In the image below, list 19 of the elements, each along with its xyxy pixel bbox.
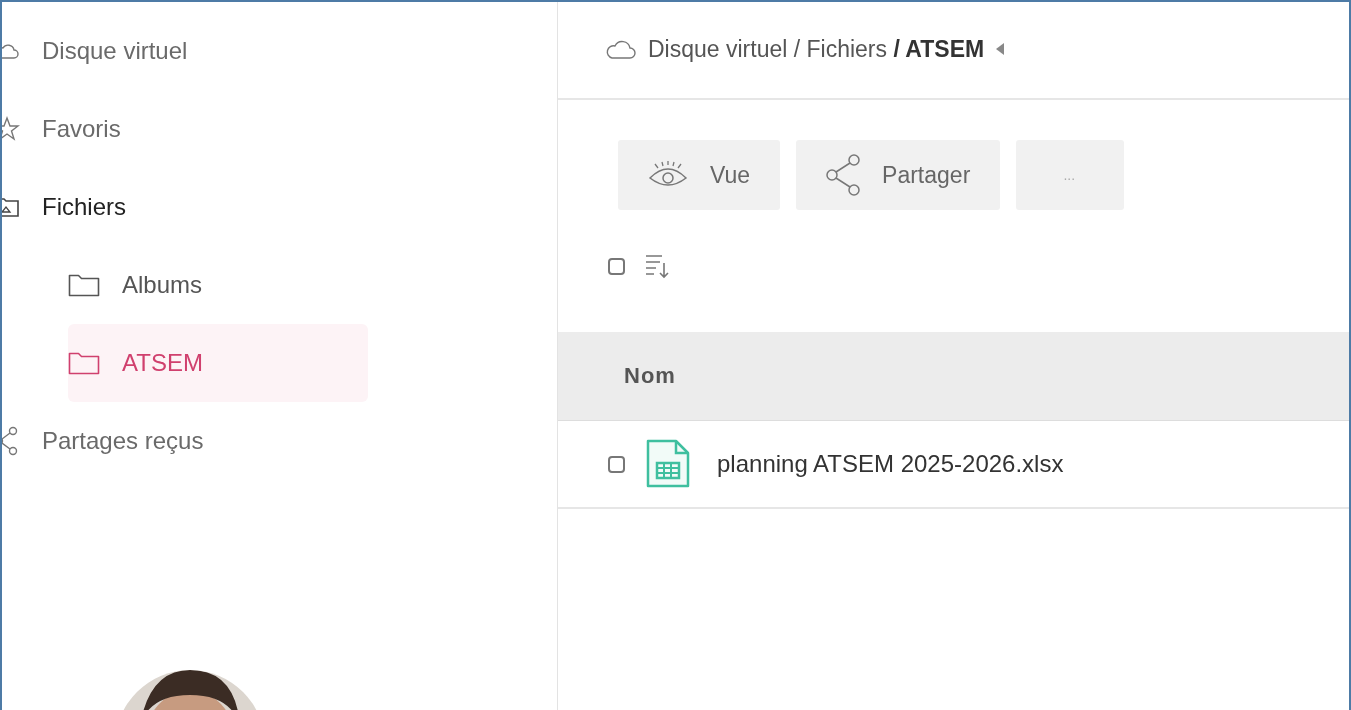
sort-icon[interactable] <box>645 253 669 279</box>
view-button[interactable]: Vue <box>618 140 781 210</box>
share-button[interactable]: Partager <box>796 140 1001 210</box>
collapse-arrow-icon[interactable] <box>994 41 1007 57</box>
folder-icon <box>68 273 100 297</box>
spreadsheet-file-icon <box>645 439 691 489</box>
sidebar-item[interactable]: Fichiers <box>2 168 557 246</box>
file-name[interactable]: planning ATSEM 2025-2026.xlsx <box>717 450 1064 478</box>
sidebar-item[interactable]: Disque virtuel <box>2 12 557 90</box>
sidebar-item[interactable]: Albums <box>68 246 368 324</box>
folder-icon <box>68 351 100 375</box>
row-checkbox[interactable] <box>608 455 625 473</box>
share-icon <box>824 153 863 197</box>
sidebar-item[interactable]: Favoris <box>2 90 557 168</box>
breadcrumb-path: Disque virtuel / Fichiers / ATSEM <box>648 35 985 63</box>
column-header[interactable]: Nom <box>624 363 676 389</box>
select-all-checkbox[interactable] <box>608 257 625 275</box>
sidebar-item[interactable]: Partages reçus <box>2 402 557 480</box>
sidebar-item[interactable]: ATSEM <box>68 324 368 402</box>
